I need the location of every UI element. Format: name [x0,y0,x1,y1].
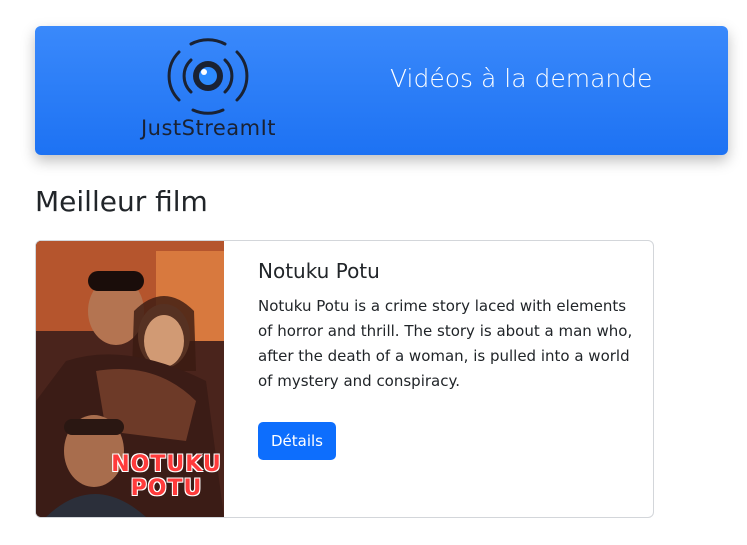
site-header: JustStreamIt Vidéos à la demande [35,26,728,155]
section-title: Meilleur film [35,185,208,218]
movie-title: Notuku Potu [258,259,380,283]
movie-description: Notuku Potu is a crime story laced with … [258,297,633,390]
camera-lens-icon [167,38,249,115]
header-tagline: Vidéos à la demande [390,64,653,93]
logo-text: JustStreamIt [140,116,277,140]
poster-title: NOTUKU POTU [111,452,222,501]
logo[interactable]: JustStreamIt [131,38,286,143]
details-button[interactable]: Détails [258,422,337,460]
movie-poster[interactable]: NOTUKU POTU [36,241,224,517]
card-body: Notuku Potu Notuku Potu is a crime story… [258,257,633,394]
best-movie-card: NOTUKU POTU Notuku Potu Notuku Potu is a… [35,240,654,518]
